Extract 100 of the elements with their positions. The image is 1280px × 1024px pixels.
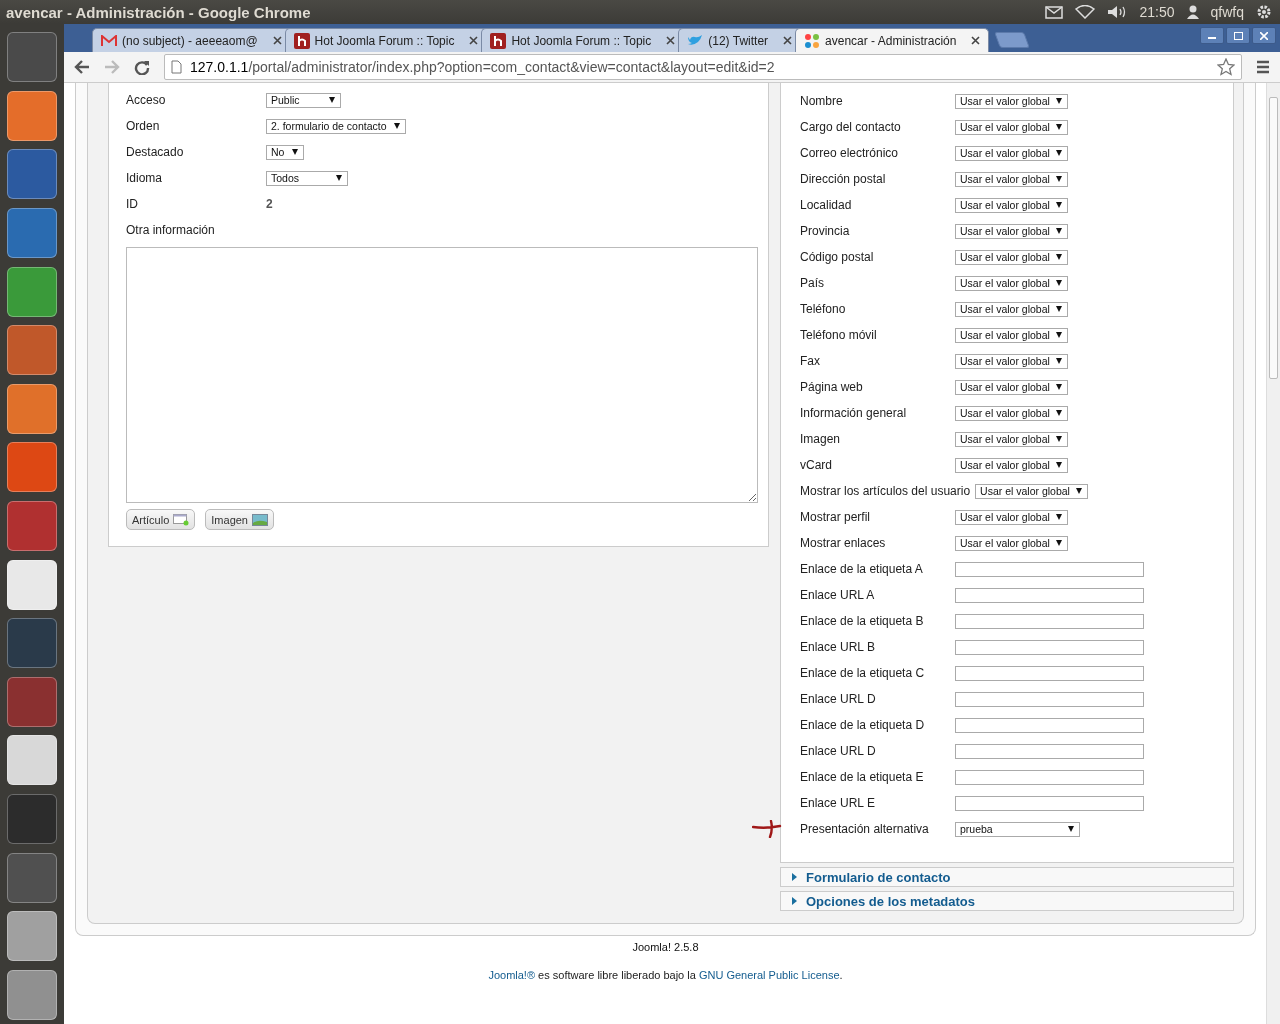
editor-button[interactable]: Artículo <box>126 509 196 530</box>
field-label: Acceso <box>126 93 167 107</box>
browser-tab[interactable]: avencar - Administración <box>795 28 990 52</box>
input-field[interactable] <box>955 613 1144 629</box>
input-field[interactable] <box>955 691 1144 707</box>
caret-icon <box>1056 436 1062 442</box>
field-value: 2 <box>266 197 273 211</box>
triangle-icon <box>792 873 797 881</box>
dropdown[interactable]: Usar el valor global <box>955 327 1068 343</box>
clock[interactable]: 21:50 <box>1139 4 1175 20</box>
close-button[interactable] <box>1252 27 1276 44</box>
scrollbar-thumb[interactable] <box>1269 97 1278 379</box>
mail-icon[interactable] <box>1045 5 1064 19</box>
field-label: Enlace de la etiqueta A <box>800 562 924 576</box>
app-launcher-icon[interactable] <box>7 325 57 376</box>
caret-icon <box>1056 150 1062 156</box>
new-tab-button[interactable] <box>994 32 1031 48</box>
close-icon[interactable] <box>666 36 676 45</box>
dropdown[interactable]: Usar el valor global <box>955 171 1068 187</box>
dropdown[interactable]: 2. formulario de contacto <box>266 118 406 134</box>
dropdown[interactable]: Usar el valor global <box>955 535 1068 551</box>
triangle-icon <box>792 897 797 905</box>
input-field[interactable] <box>955 639 1144 655</box>
field-label: Provincia <box>800 224 851 238</box>
close-icon[interactable] <box>971 36 981 45</box>
minimize-button[interactable] <box>1200 27 1224 44</box>
caret-icon <box>1056 358 1062 364</box>
caret-icon <box>336 175 342 181</box>
field-label: Fax <box>800 354 821 368</box>
field-label: Idioma <box>126 171 164 185</box>
wifi-icon[interactable] <box>1075 5 1096 19</box>
input-field[interactable] <box>955 665 1144 681</box>
gear-icon[interactable] <box>1256 4 1272 20</box>
scrollbar[interactable] <box>1266 83 1280 1024</box>
reload-icon[interactable] <box>134 59 150 75</box>
app-launcher-icon[interactable] <box>7 969 57 1020</box>
dropdown[interactable]: Usar el valor global <box>955 119 1068 135</box>
close-icon[interactable] <box>272 36 282 45</box>
editor-button[interactable]: Imagen <box>205 509 274 530</box>
dropdown[interactable]: Usar el valor global <box>955 145 1068 161</box>
dropdown[interactable]: Usar el valor global <box>955 405 1068 421</box>
address-bar[interactable]: 127.0.1.1/portal/administrator/index.php?option=com_contact&view=contact&layout=edit&id=2 <box>164 54 1242 80</box>
license-link[interactable]: GNU General Public License <box>698 969 840 981</box>
caret-icon <box>1056 124 1062 130</box>
app-launcher-icon[interactable] <box>7 266 57 317</box>
joomla-logo-icon <box>804 32 821 49</box>
input-field[interactable] <box>955 743 1144 759</box>
dropdown[interactable]: Usar el valor global <box>955 223 1068 239</box>
dropdown[interactable]: Usar el valor global <box>955 197 1068 213</box>
dropdown[interactable]: Usar el valor global <box>975 483 1089 499</box>
caret-icon <box>1056 410 1062 416</box>
user-name[interactable]: qfwfq <box>1210 4 1244 20</box>
dropdown[interactable]: Usar el valor global <box>955 353 1068 369</box>
accordion-header[interactable]: Opciones de los metadatos <box>780 891 1234 911</box>
app-launcher-icon[interactable] <box>7 735 57 786</box>
field-label: Teléfono <box>800 302 847 316</box>
dropdown[interactable]: Usar el valor global <box>955 249 1068 265</box>
app-launcher-icon[interactable] <box>7 383 57 434</box>
maximize-button[interactable] <box>1226 27 1250 44</box>
field-label: Código postal <box>800 250 875 264</box>
dropdown[interactable]: Usar el valor global <box>955 431 1068 447</box>
star-icon[interactable] <box>1217 58 1235 76</box>
dropdown[interactable]: prueba <box>955 821 1080 837</box>
dropdown[interactable]: Usar el valor global <box>955 509 1068 525</box>
dropdown[interactable]: Usar el valor global <box>955 301 1068 317</box>
input-field[interactable] <box>955 561 1144 577</box>
caret-icon <box>1068 826 1074 832</box>
dropdown[interactable]: No <box>266 144 304 160</box>
app-launcher-icon[interactable] <box>7 442 57 493</box>
close-icon[interactable] <box>783 36 793 45</box>
app-launcher-icon[interactable] <box>7 911 57 962</box>
back-icon[interactable] <box>74 60 90 74</box>
field-label: Otra información <box>126 223 216 237</box>
field-label: Teléfono móvil <box>800 328 878 342</box>
caret-icon <box>394 123 400 129</box>
input-field[interactable] <box>955 795 1144 811</box>
joomla-link[interactable]: Joomla!® <box>488 969 536 981</box>
input-field[interactable] <box>955 769 1144 785</box>
dropdown[interactable]: Usar el valor global <box>955 275 1068 291</box>
license-text: Joomla!® es software libre liberado bajo la GNU General Public License. <box>488 969 843 981</box>
speaker-icon[interactable] <box>1107 5 1128 19</box>
caret-icon <box>1056 306 1062 312</box>
dropdown[interactable]: Todos <box>266 170 348 186</box>
page-icon <box>171 60 182 74</box>
caret-icon <box>1076 488 1083 494</box>
field-label: Enlace de la etiqueta E <box>800 770 925 784</box>
accordion-header[interactable]: Formulario de contacto <box>780 867 1234 887</box>
input-field[interactable] <box>955 587 1144 603</box>
field-label: Enlace de la etiqueta C <box>800 666 926 680</box>
close-icon[interactable] <box>469 36 479 45</box>
close-icon <box>1260 31 1268 40</box>
dropdown[interactable]: Usar el valor global <box>955 379 1068 395</box>
input-field[interactable] <box>955 717 1144 733</box>
dropdown[interactable]: Usar el valor global <box>955 457 1068 473</box>
dropdown[interactable]: Public <box>266 92 341 108</box>
app-launcher-icon[interactable] <box>7 559 57 610</box>
window-title: avencar - Administración - Google Chrome <box>6 3 311 21</box>
app-launcher-icon[interactable] <box>7 90 57 141</box>
menu-icon[interactable] <box>1256 60 1270 74</box>
dropdown[interactable]: Usar el valor global <box>955 93 1068 109</box>
